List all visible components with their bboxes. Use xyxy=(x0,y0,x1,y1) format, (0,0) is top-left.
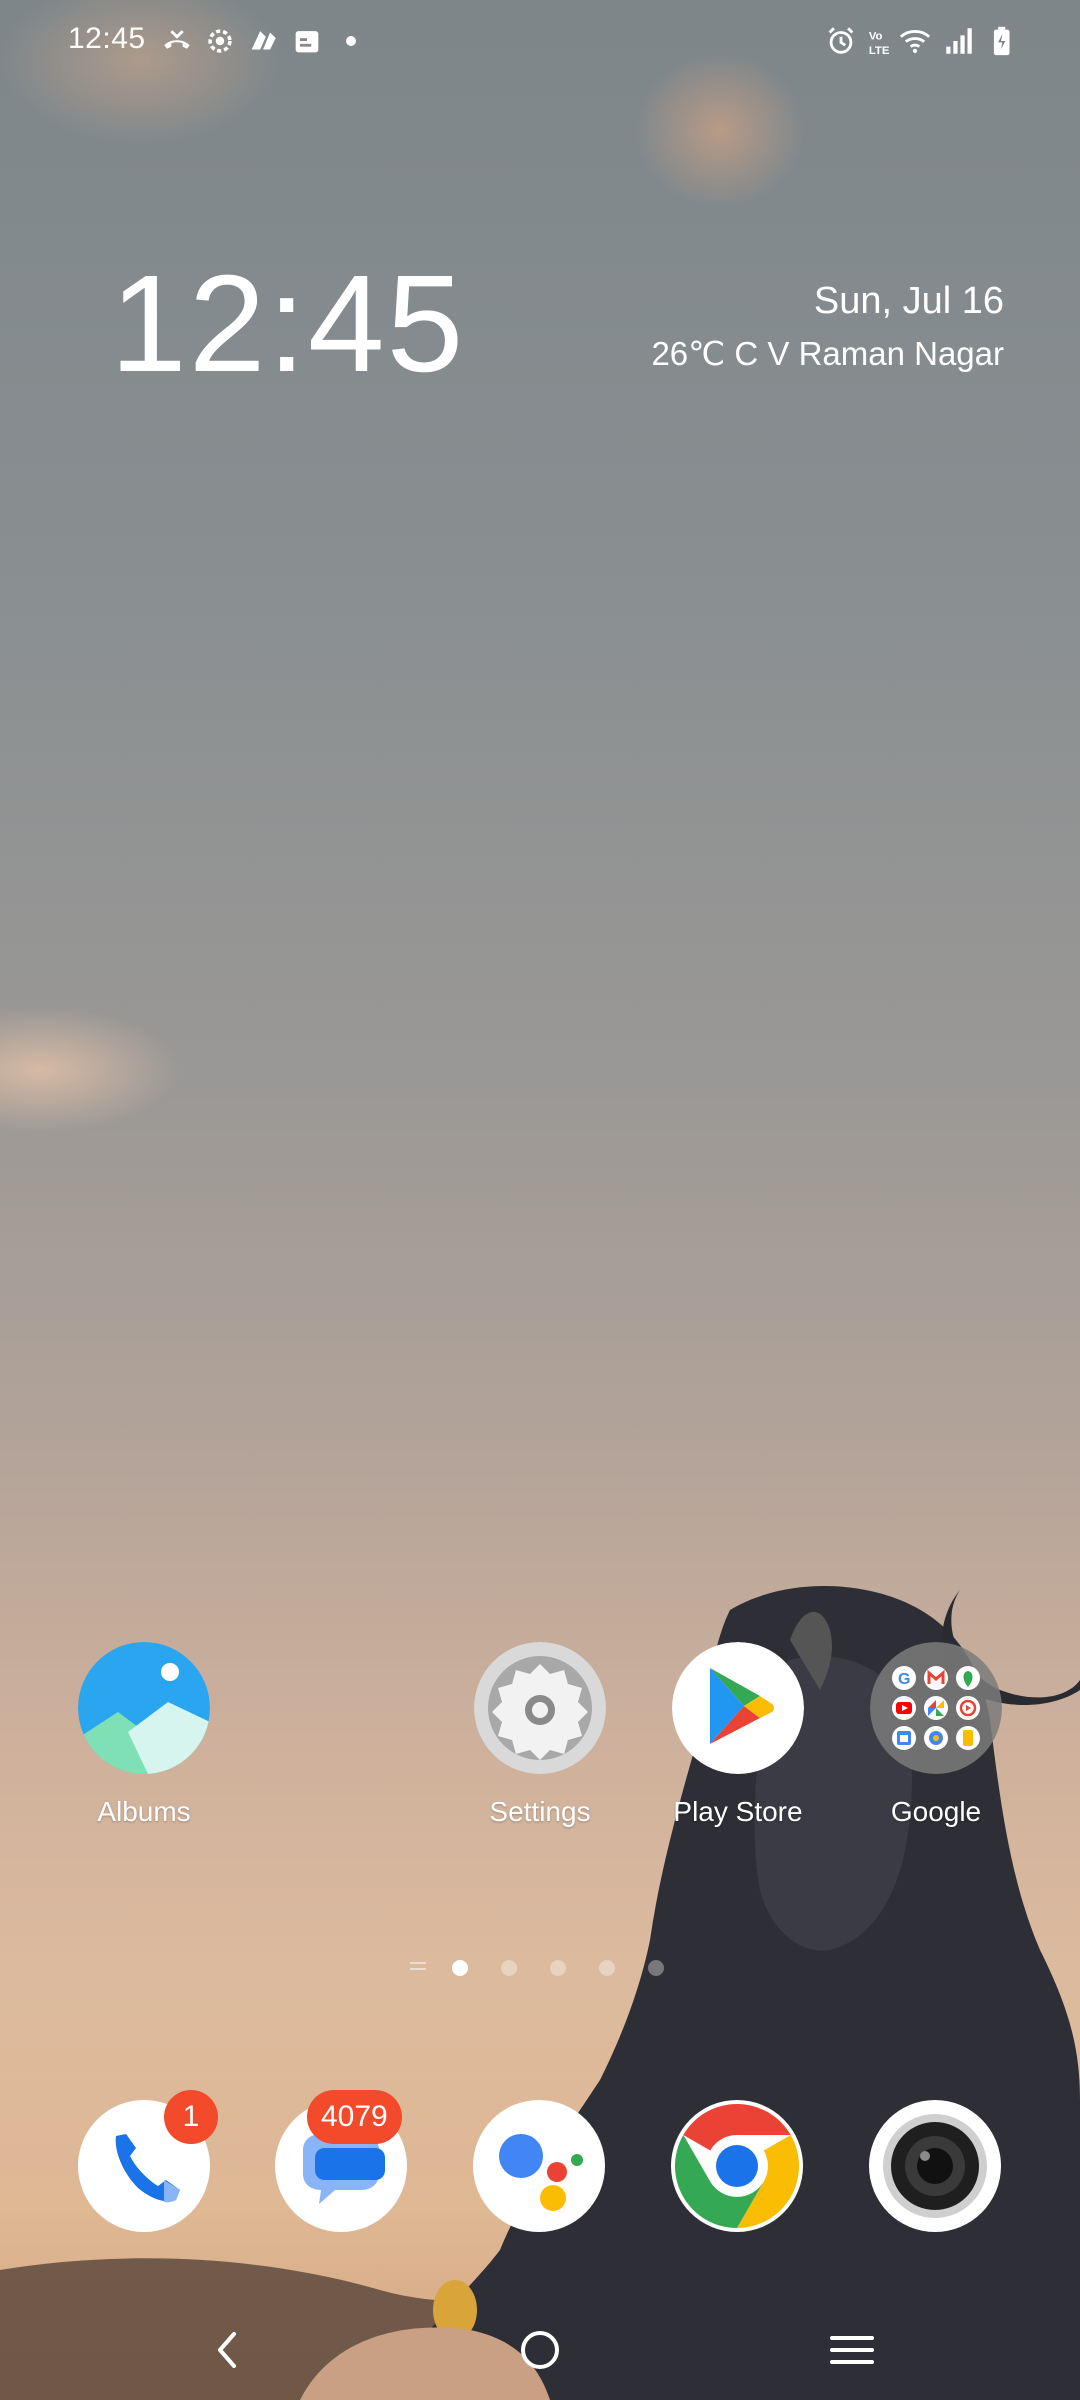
page-dot xyxy=(550,1960,566,1976)
wifi-icon xyxy=(898,24,932,58)
status-time: 12:45 xyxy=(68,22,146,55)
google-assistant-icon xyxy=(473,2100,605,2232)
app-play-store[interactable]: Play Store xyxy=(648,1642,828,1828)
navigation-bar xyxy=(0,2300,1080,2400)
app-notification-icon xyxy=(246,24,280,58)
albums-icon xyxy=(78,1642,210,1774)
dock-app-messages[interactable]: 4079 xyxy=(275,2090,407,2232)
page-dot xyxy=(648,1960,664,1976)
volte-icon: Vo LTE xyxy=(866,24,900,58)
messages-badge: 4079 xyxy=(307,2090,402,2144)
app-settings[interactable]: Settings xyxy=(450,1642,630,1828)
page-dot xyxy=(501,1960,517,1976)
page-dot xyxy=(599,1960,615,1976)
app-label-settings: Settings xyxy=(489,1796,591,1827)
more-dot-icon xyxy=(334,24,368,58)
battery-charging-icon xyxy=(984,24,1018,58)
svg-text:LTE: LTE xyxy=(869,45,890,57)
phone-badge: 1 xyxy=(164,2090,218,2144)
home-icon[interactable] xyxy=(510,2320,570,2380)
status-bar: 12:45 Vo LTE xyxy=(0,0,1080,80)
clock-widget-time[interactable]: 12:45 xyxy=(110,255,465,393)
page-indicator[interactable] xyxy=(398,1955,698,1979)
clock-widget-date[interactable]: Sun, Jul 16 xyxy=(814,280,1004,323)
app-label-play-store: Play Store xyxy=(673,1796,803,1827)
app-albums[interactable]: Albums xyxy=(54,1642,234,1828)
settings-icon xyxy=(474,1642,606,1774)
dock-app-camera[interactable] xyxy=(869,2100,1001,2232)
calendar-notification-icon xyxy=(290,24,324,58)
dock-app-assistant[interactable] xyxy=(473,2100,605,2232)
call-ended-icon xyxy=(160,24,194,58)
page-dot-active xyxy=(452,1960,468,1976)
recents-menu-icon[interactable] xyxy=(822,2320,882,2380)
play-store-icon xyxy=(672,1642,804,1774)
clock-widget-weather[interactable]: 26℃ C V Raman Nagar xyxy=(651,334,1004,373)
app-folder-google[interactable]: G Google xyxy=(846,1642,1026,1828)
signal-icon xyxy=(942,24,976,58)
chrome-icon xyxy=(671,2100,803,2232)
back-icon[interactable] xyxy=(198,2320,258,2380)
app-label-google: Google xyxy=(890,1796,982,1827)
gear-notification-icon xyxy=(203,24,237,58)
page-list-icon xyxy=(410,1962,426,1970)
alarm-icon xyxy=(824,24,858,58)
camera-icon xyxy=(869,2100,1001,2232)
svg-text:G: G xyxy=(898,1671,910,1688)
dock-app-phone[interactable]: 1 xyxy=(78,2090,218,2232)
dock-app-chrome[interactable] xyxy=(671,2100,803,2232)
svg-text:Vo: Vo xyxy=(869,31,883,43)
app-label-albums: Albums xyxy=(97,1796,191,1827)
google-folder-icon: G xyxy=(870,1642,1002,1774)
